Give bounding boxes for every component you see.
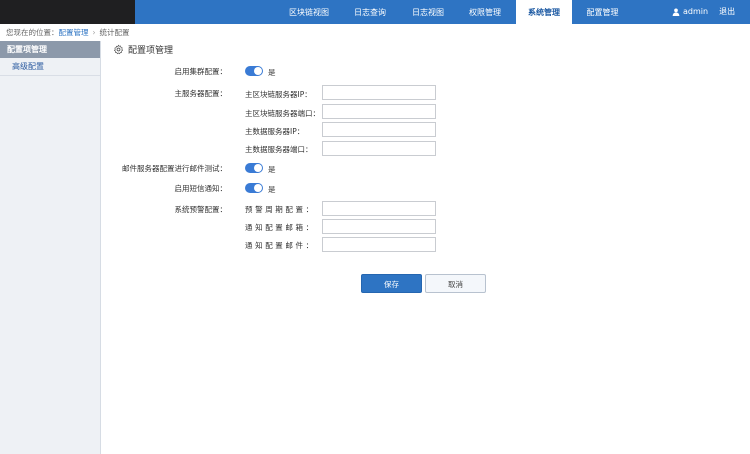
toggle-knob: [254, 67, 262, 75]
top-navbar: 区块链视图 日志查询 日志视图 权限管理 系统管理 配置管理 admin 退出: [0, 0, 750, 24]
cluster-label: 启用集群配置：: [174, 67, 228, 76]
main-nav: 区块链视图 日志查询 日志视图 权限管理 系统管理 配置管理: [277, 0, 633, 24]
notify-mailbox-label: 通知配置邮箱：: [245, 223, 316, 232]
alert-config-label: 系统预警配置：: [174, 205, 228, 214]
user-icon: [672, 8, 680, 16]
page-title: 配置项管理: [113, 42, 173, 56]
alert-period-label: 预警周期配置：: [245, 205, 316, 214]
breadcrumb-link-config[interactable]: 配置管理: [59, 28, 89, 37]
master-server-label: 主服务器配置：: [174, 89, 228, 98]
sms-toggle-text: 是: [268, 185, 276, 194]
gear-icon: [114, 44, 124, 54]
breadcrumb: 您现在的位置：配置管理 › 统计配置: [6, 27, 130, 39]
sms-label: 启用短信通知：: [174, 184, 228, 193]
save-button[interactable]: 保存: [361, 274, 422, 293]
logout-link[interactable]: 退出: [719, 0, 735, 25]
nav-item-log-view[interactable]: 日志视图: [399, 0, 457, 24]
breadcrumb-prefix: 您现在的位置：: [6, 28, 59, 37]
user-area: admin 退出: [672, 0, 735, 24]
master-data-port-label: 主数据服务器端口：: [245, 145, 313, 154]
master-data-ip-input[interactable]: [322, 122, 436, 137]
notify-mailbox-input[interactable]: [322, 219, 436, 234]
notify-mail-input[interactable]: [322, 237, 436, 252]
brand-logo-area: [0, 0, 135, 24]
mail-test-label: 邮件服务器配置进行邮件测试：: [122, 164, 227, 173]
mail-test-toggle-text: 是: [268, 165, 276, 174]
cluster-toggle[interactable]: [245, 66, 263, 76]
cluster-toggle-text: 是: [268, 68, 276, 77]
master-chain-port-input[interactable]: [322, 104, 436, 119]
sidebar-header[interactable]: 配置项管理: [0, 41, 100, 58]
nav-item-blockchain-view[interactable]: 区块链视图: [277, 0, 341, 24]
notify-mail-label: 通知配置邮件：: [245, 241, 316, 250]
nav-item-log-query[interactable]: 日志查询: [341, 0, 399, 24]
sidebar-item-advanced-config[interactable]: 高级配置: [0, 58, 100, 76]
master-data-port-input[interactable]: [322, 141, 436, 156]
breadcrumb-current: 统计配置: [99, 28, 130, 37]
sidebar: 配置项管理 高级配置: [0, 41, 101, 454]
sms-toggle[interactable]: [245, 183, 263, 193]
toggle-knob: [254, 164, 262, 172]
cancel-button[interactable]: 取消: [425, 274, 486, 293]
master-chain-port-label: 主区块链服务器端口：: [245, 109, 320, 118]
nav-item-system[interactable]: 系统管理: [516, 0, 572, 24]
master-data-ip-label: 主数据服务器IP：: [245, 127, 305, 136]
page-title-text: 配置项管理: [128, 45, 174, 56]
master-chain-ip-label: 主区块链服务器IP：: [245, 90, 312, 99]
nav-item-permission[interactable]: 权限管理: [457, 0, 513, 24]
nav-item-config[interactable]: 配置管理: [572, 0, 633, 24]
username[interactable]: admin: [683, 0, 708, 25]
breadcrumb-separator: ›: [92, 28, 96, 37]
mail-test-toggle[interactable]: [245, 163, 263, 173]
master-chain-ip-input[interactable]: [322, 85, 436, 100]
toggle-knob: [254, 184, 262, 192]
alert-period-input[interactable]: [322, 201, 436, 216]
